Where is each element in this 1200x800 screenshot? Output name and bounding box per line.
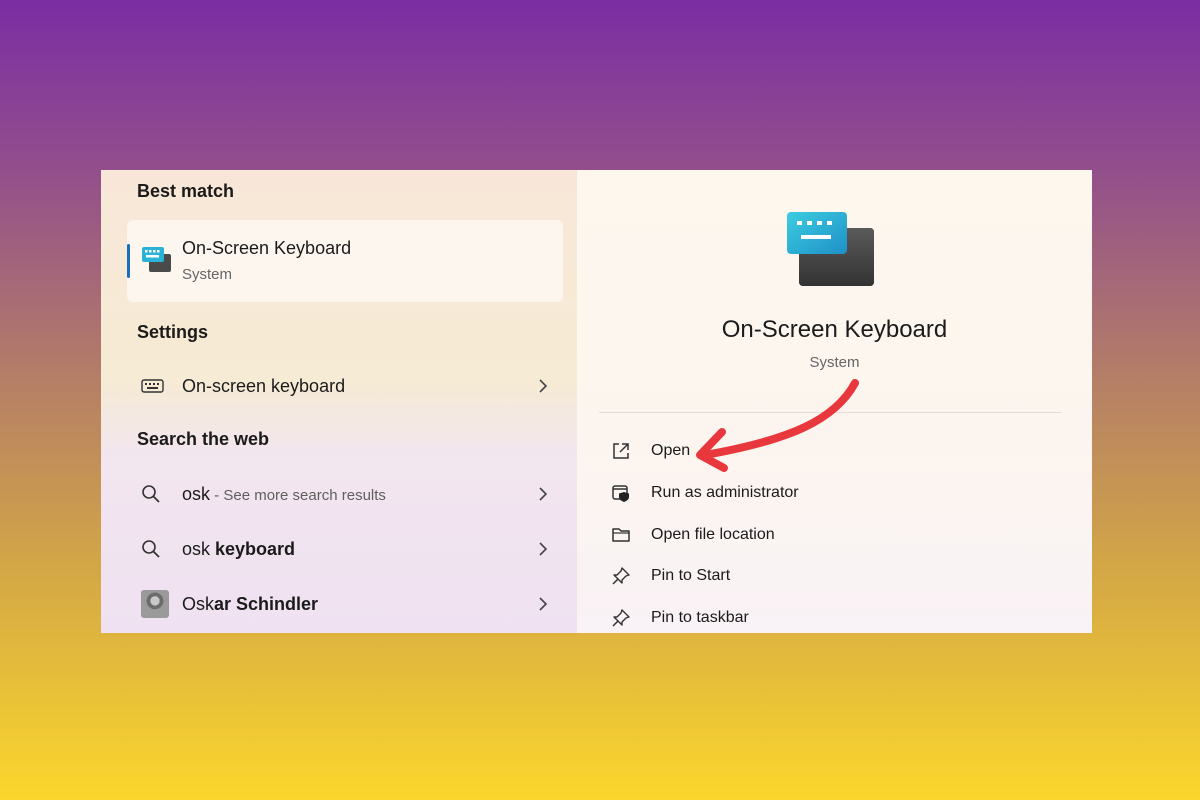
osk-large-icon — [787, 210, 877, 295]
web-result-label: osk keyboard — [182, 539, 535, 560]
action-open[interactable]: Open — [611, 436, 690, 466]
details-pane: On-Screen Keyboard System Open Run as ad… — [577, 170, 1092, 633]
web-result-hint: - See more search results — [210, 486, 386, 504]
search-icon — [141, 539, 171, 559]
web-result-osk-keyboard[interactable]: osk keyboard — [141, 529, 551, 569]
web-result-label: osk - See more search results — [182, 484, 535, 505]
app-subtitle: System — [809, 354, 860, 371]
search-icon — [141, 484, 171, 504]
chevron-right-icon — [535, 541, 551, 557]
shield-admin-icon — [611, 483, 635, 503]
settings-result-label: On-screen keyboard — [182, 375, 346, 396]
best-match-heading: Best match — [137, 181, 235, 201]
web-result-osk[interactable]: osk - See more search results — [141, 474, 551, 514]
web-result-query: osk — [182, 483, 211, 504]
keyboard-icon — [141, 377, 171, 395]
web-result-completion: ar Schindler — [214, 593, 319, 614]
settings-result-osk[interactable]: On-screen keyboard — [141, 366, 551, 406]
search-results-window: Best match On-Screen Keyboard System Set… — [101, 170, 1092, 633]
action-pin-to-taskbar-label: Pin to taskbar — [651, 609, 749, 626]
action-open-file-location[interactable]: Open file location — [611, 520, 775, 550]
action-pin-to-start-label: Pin to Start — [651, 567, 731, 584]
chevron-right-icon — [535, 486, 551, 502]
avatar-wrapper — [141, 590, 171, 618]
results-list-pane: Best match On-Screen Keyboard System Set… — [101, 170, 577, 633]
web-result-query: osk — [182, 538, 216, 559]
divider — [599, 412, 1062, 413]
chevron-right-icon — [535, 596, 551, 612]
avatar — [141, 590, 169, 618]
best-match-subtitle: System — [182, 266, 233, 283]
pin-icon — [611, 566, 635, 586]
action-pin-to-start[interactable]: Pin to Start — [611, 561, 730, 591]
open-external-icon — [611, 441, 635, 461]
action-run-as-admin[interactable]: Run as administrator — [611, 478, 799, 508]
folder-icon — [611, 525, 635, 545]
action-pin-to-taskbar[interactable]: Pin to taskbar — [611, 603, 749, 633]
best-match-result[interactable]: On-Screen Keyboard System — [127, 220, 563, 302]
osk-app-icon — [140, 244, 174, 283]
search-web-heading: Search the web — [137, 429, 270, 449]
app-title: On-Screen Keyboard — [721, 316, 948, 343]
best-match-title: On-Screen Keyboard — [182, 238, 352, 258]
selection-indicator — [127, 244, 130, 278]
web-result-label: Oskar Schindler — [182, 594, 535, 615]
pin-icon — [611, 608, 635, 628]
web-result-oskar-schindler[interactable]: Oskar Schindler — [141, 584, 551, 624]
web-result-completion: keyboard — [215, 538, 296, 559]
chevron-right-icon — [535, 378, 551, 394]
action-open-file-location-label: Open file location — [651, 526, 775, 543]
web-result-query: Osk — [182, 593, 215, 614]
action-open-label: Open — [651, 442, 691, 459]
action-run-as-admin-label: Run as administrator — [651, 484, 799, 501]
settings-heading: Settings — [137, 322, 209, 342]
